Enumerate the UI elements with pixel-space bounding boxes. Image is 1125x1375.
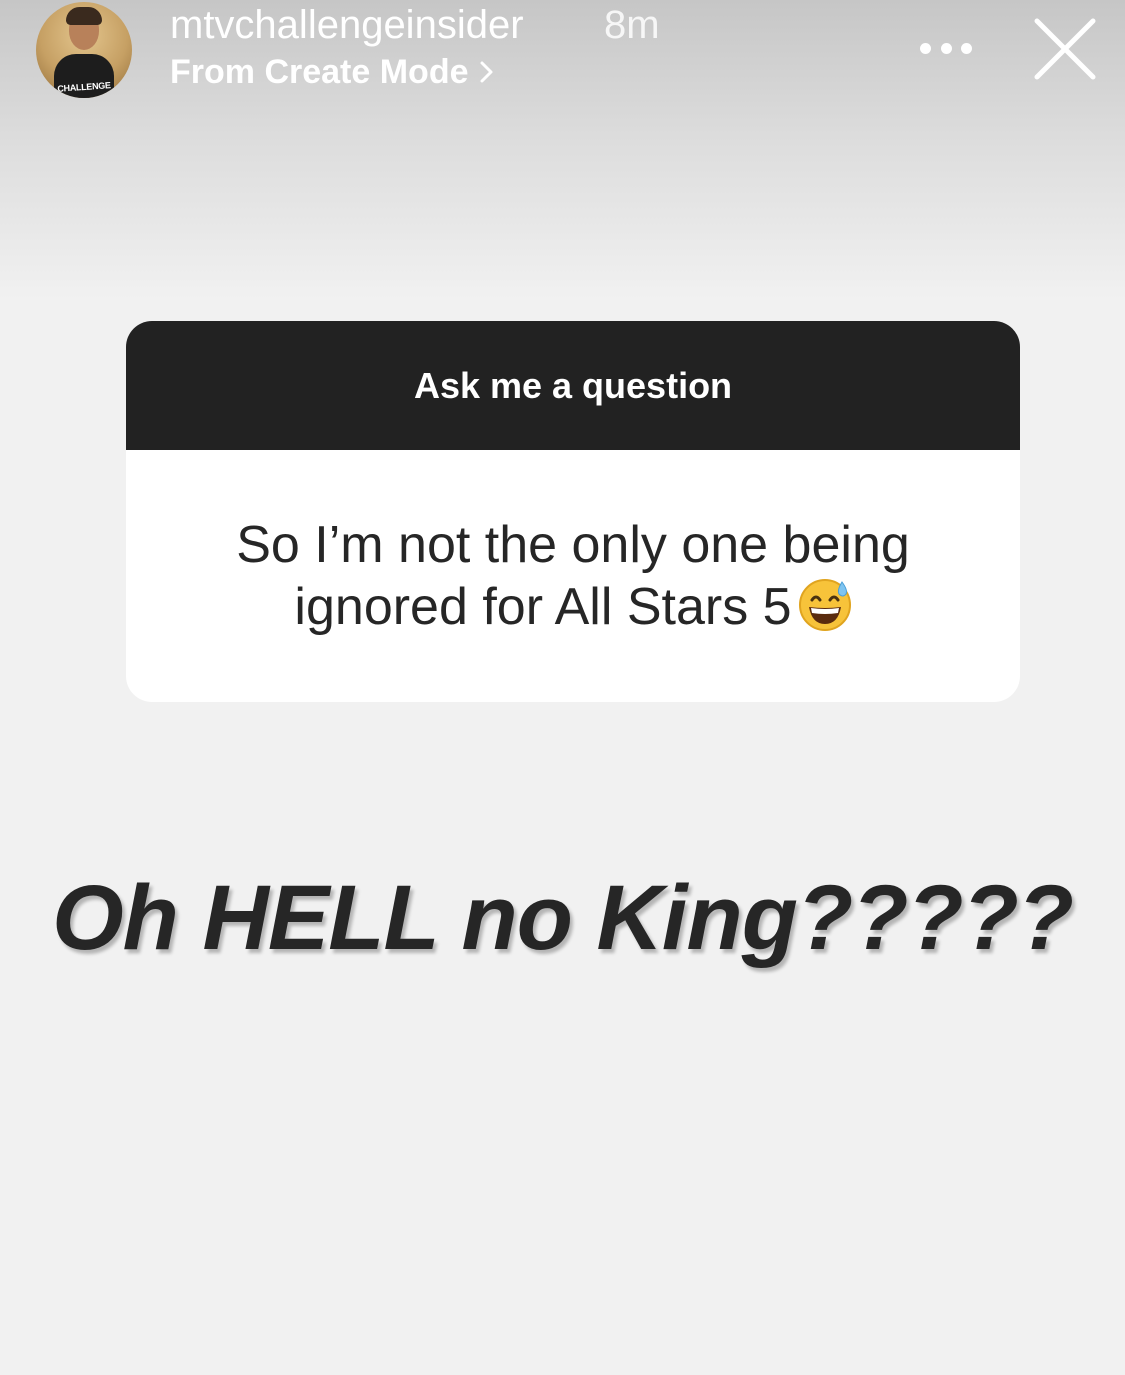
more-options-icon[interactable] <box>920 36 972 60</box>
close-icon[interactable] <box>1033 17 1097 81</box>
question-sticker[interactable]: Ask me a question So I’m not the only on… <box>126 321 1020 702</box>
avatar-hair <box>66 7 102 25</box>
more-dot <box>940 42 952 54</box>
username-link[interactable]: mtvchallengeinsider <box>170 2 524 48</box>
more-dot <box>961 42 972 54</box>
more-dot <box>920 42 931 54</box>
grinning-face-with-sweat-icon <box>798 579 851 631</box>
post-time: 8m <box>604 3 660 47</box>
question-sticker-title: Ask me a question <box>126 321 1020 450</box>
avatar[interactable]: CHALLENGE <box>36 2 132 98</box>
question-sticker-body: So I’m not the only one being ignored fo… <box>126 450 1020 702</box>
create-mode-link[interactable]: From Create Mode <box>170 52 495 92</box>
chevron-right-icon <box>480 61 492 83</box>
create-mode-label: From Create Mode <box>170 53 469 91</box>
story-caption: Oh HELL no King????? <box>52 867 1074 969</box>
